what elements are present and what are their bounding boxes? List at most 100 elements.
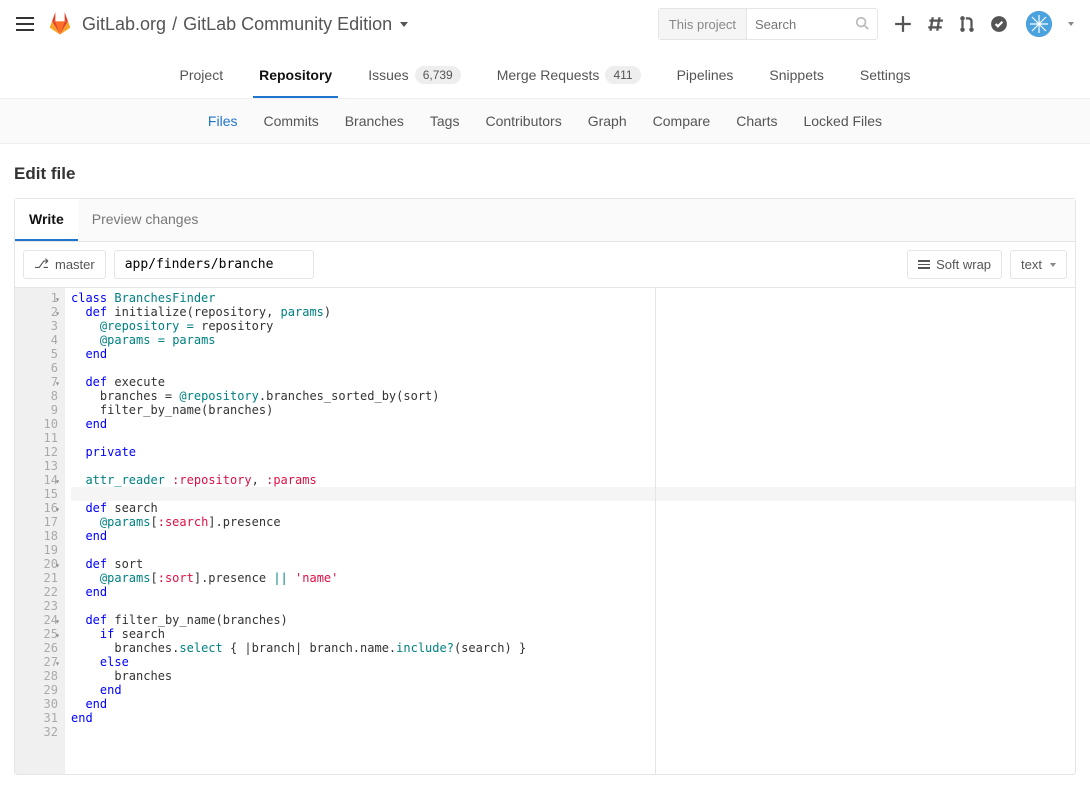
branch-selector[interactable]: ⎇master bbox=[23, 250, 106, 279]
nav-merge-requests[interactable]: Merge Requests411 bbox=[491, 56, 647, 98]
badge: 6,739 bbox=[415, 66, 461, 84]
code-line[interactable]: end bbox=[71, 585, 1075, 599]
gitlab-logo[interactable] bbox=[48, 12, 72, 36]
code-line[interactable] bbox=[71, 599, 1075, 613]
code-line[interactable] bbox=[71, 487, 1075, 501]
code-line[interactable] bbox=[71, 543, 1075, 557]
nav-repository[interactable]: Repository bbox=[253, 56, 338, 98]
line-number: 30 bbox=[15, 697, 58, 711]
line-number: 11 bbox=[15, 431, 58, 445]
line-number: 4 bbox=[15, 333, 58, 347]
code-line[interactable]: @params[:search].presence bbox=[71, 515, 1075, 529]
code-line[interactable]: private bbox=[71, 445, 1075, 459]
global-search[interactable]: This project bbox=[658, 8, 878, 40]
page-title: Edit file bbox=[14, 164, 1076, 184]
code-line[interactable]: end bbox=[71, 711, 1075, 725]
nav-settings[interactable]: Settings bbox=[854, 56, 917, 98]
user-avatar[interactable] bbox=[1026, 11, 1052, 37]
line-number: 15 bbox=[15, 487, 58, 501]
hash-icon[interactable] bbox=[926, 15, 944, 33]
subnav-commits[interactable]: Commits bbox=[263, 113, 318, 129]
subnav-locked-files[interactable]: Locked Files bbox=[803, 113, 882, 129]
line-number: 31 bbox=[15, 711, 58, 725]
chevron-down-icon bbox=[1050, 263, 1056, 267]
tab-write[interactable]: Write bbox=[15, 199, 78, 241]
code-line[interactable]: @params[:sort].presence || 'name' bbox=[71, 571, 1075, 585]
todo-icon[interactable] bbox=[990, 15, 1008, 33]
breadcrumb-project[interactable]: GitLab Community Edition bbox=[183, 14, 392, 35]
line-number: 2▾ bbox=[15, 305, 58, 319]
subnav-charts[interactable]: Charts bbox=[736, 113, 777, 129]
code-line[interactable]: attr_reader :repository, :params bbox=[71, 473, 1075, 487]
code-line[interactable]: def initialize(repository, params) bbox=[71, 305, 1075, 319]
soft-wrap-icon bbox=[918, 260, 930, 269]
subnav-graph[interactable]: Graph bbox=[588, 113, 627, 129]
project-nav: Project Repository Issues6,739 Merge Reques… bbox=[0, 48, 1090, 99]
search-input[interactable] bbox=[747, 17, 847, 32]
merge-request-icon[interactable] bbox=[958, 15, 976, 33]
file-path-input[interactable] bbox=[114, 250, 314, 279]
code-editor[interactable]: 1▾2▾34567▾891011121314▾1516▾17181920▾212… bbox=[15, 288, 1075, 774]
subnav-tags[interactable]: Tags bbox=[430, 113, 460, 129]
language-label: text bbox=[1021, 257, 1042, 272]
code-line[interactable]: def sort bbox=[71, 557, 1075, 571]
nav-pipelines[interactable]: Pipelines bbox=[671, 56, 740, 98]
code-line[interactable]: end bbox=[71, 697, 1075, 711]
subnav-compare[interactable]: Compare bbox=[653, 113, 711, 129]
code-line[interactable]: filter_by_name(branches) bbox=[71, 403, 1075, 417]
code-line[interactable]: branches.select { |branch| branch.name.i… bbox=[71, 641, 1075, 655]
subnav-branches[interactable]: Branches bbox=[345, 113, 404, 129]
code-line[interactable]: branches = @repository.branches_sorted_b… bbox=[71, 389, 1075, 403]
subnav-files[interactable]: Files bbox=[208, 113, 238, 129]
line-number: 17 bbox=[15, 515, 58, 529]
line-number: 8 bbox=[15, 389, 58, 403]
code-line[interactable]: @params = params bbox=[71, 333, 1075, 347]
hamburger-menu[interactable] bbox=[16, 17, 34, 31]
line-number: 24▾ bbox=[15, 613, 58, 627]
code-line[interactable] bbox=[71, 361, 1075, 375]
code-line[interactable]: def search bbox=[71, 501, 1075, 515]
breadcrumb[interactable]: GitLab.org / GitLab Community Edition bbox=[82, 14, 658, 35]
line-number: 18 bbox=[15, 529, 58, 543]
search-icon[interactable] bbox=[847, 16, 877, 33]
line-number: 7▾ bbox=[15, 375, 58, 389]
breadcrumb-separator: / bbox=[172, 14, 177, 35]
line-number: 19 bbox=[15, 543, 58, 557]
code-line[interactable]: if search bbox=[71, 627, 1075, 641]
plus-icon[interactable] bbox=[894, 15, 912, 33]
line-number: 6 bbox=[15, 361, 58, 375]
code-line[interactable]: def filter_by_name(branches) bbox=[71, 613, 1075, 627]
code-line[interactable]: @repository = repository bbox=[71, 319, 1075, 333]
repository-subnav: Files Commits Branches Tags Contributors Grap… bbox=[0, 99, 1090, 144]
tab-preview[interactable]: Preview changes bbox=[78, 199, 213, 241]
soft-wrap-button[interactable]: Soft wrap bbox=[907, 250, 1002, 279]
line-number: 14▾ bbox=[15, 473, 58, 487]
code-line[interactable] bbox=[71, 431, 1075, 445]
line-number: 32 bbox=[15, 725, 58, 739]
line-number: 22 bbox=[15, 585, 58, 599]
code-line[interactable]: end bbox=[71, 529, 1075, 543]
code-line[interactable]: end bbox=[71, 417, 1075, 431]
user-menu-caret-icon[interactable] bbox=[1068, 22, 1074, 26]
code-line[interactable]: def execute bbox=[71, 375, 1075, 389]
language-selector[interactable]: text bbox=[1010, 250, 1067, 279]
nav-snippets[interactable]: Snippets bbox=[763, 56, 829, 98]
nav-issues[interactable]: Issues6,739 bbox=[362, 56, 467, 98]
code-line[interactable]: branches bbox=[71, 669, 1075, 683]
code-line[interactable]: class BranchesFinder bbox=[71, 291, 1075, 305]
code-line[interactable] bbox=[71, 725, 1075, 739]
breadcrumb-caret-icon[interactable] bbox=[400, 22, 408, 27]
breadcrumb-org[interactable]: GitLab.org bbox=[82, 14, 166, 35]
subnav-contributors[interactable]: Contributors bbox=[485, 113, 561, 129]
nav-project[interactable]: Project bbox=[174, 56, 230, 98]
search-scope[interactable]: This project bbox=[659, 9, 747, 39]
code-line[interactable]: end bbox=[71, 683, 1075, 697]
line-number: 12 bbox=[15, 445, 58, 459]
code-line[interactable] bbox=[71, 459, 1075, 473]
code-line[interactable]: else bbox=[71, 655, 1075, 669]
line-number: 10 bbox=[15, 417, 58, 431]
code-line[interactable]: end bbox=[71, 347, 1075, 361]
line-number: 21 bbox=[15, 571, 58, 585]
code-area[interactable]: class BranchesFinder def initialize(repo… bbox=[65, 288, 1075, 774]
line-number: 29 bbox=[15, 683, 58, 697]
